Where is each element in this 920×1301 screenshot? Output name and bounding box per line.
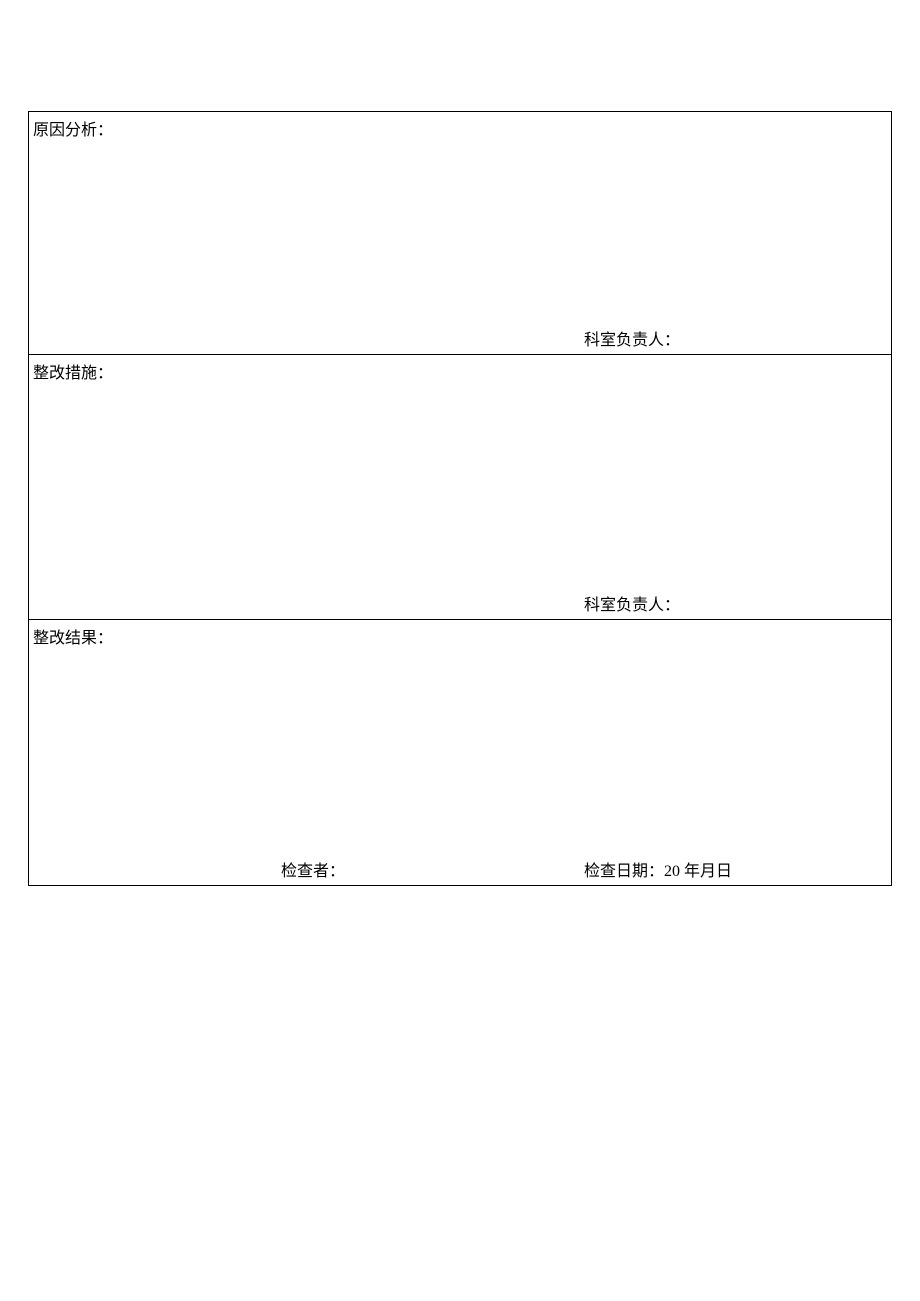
form-row-corrective-measures: 整改措施： 科室负责人： — [29, 355, 891, 620]
row-label-cause-analysis: 原因分析： — [33, 116, 113, 140]
row-label-corrective-measures: 整改措施： — [33, 359, 113, 383]
inspector-label: 检查者： — [281, 857, 345, 881]
signature-label-dept-head-1: 科室负责人： — [584, 326, 680, 350]
form-row-cause-analysis: 原因分析： 科室负责人： — [29, 112, 891, 355]
row-label-corrective-results: 整改结果： — [33, 624, 113, 648]
form-row-corrective-results: 整改结果： 检查者： 检查日期：20 年月日 — [29, 620, 891, 885]
signature-label-dept-head-2: 科室负责人： — [584, 591, 680, 615]
inspection-date-label: 检查日期：20 年月日 — [584, 857, 732, 881]
form-table: 原因分析： 科室负责人： 整改措施： 科室负责人： 整改结果： 检查者： 检查日… — [28, 111, 892, 886]
